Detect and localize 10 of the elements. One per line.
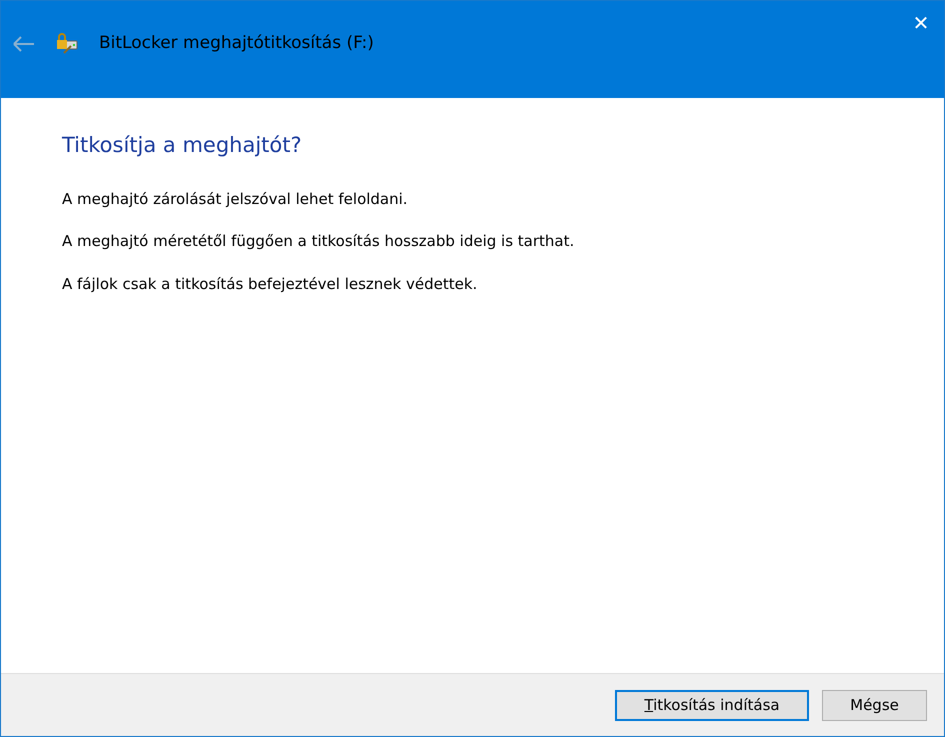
- window-title: BitLocker meghajtótitkosítás (F:): [99, 32, 374, 55]
- info-text: A meghajtó zárolását jelszóval lehet feloldani.: [62, 188, 408, 210]
- dialog-button[interactable]: Titkosítás indítása: [615, 690, 809, 720]
- back-arrow-icon[interactable]: [13, 36, 35, 52]
- info-text: A meghajtó méretétől függően a titkosítás hosszabb ideig is tarthat.: [62, 231, 574, 252]
- info-text: A fájlok csak a titkosítás befejeztével lesznek védettek.: [62, 274, 478, 294]
- dialog-heading: Titkosítja a meghajtót?: [62, 132, 302, 159]
- close-button[interactable]: ✕: [898, 1, 944, 45]
- dialog-button[interactable]: Mégse: [822, 690, 927, 720]
- lock-drive-icon: [55, 32, 79, 55]
